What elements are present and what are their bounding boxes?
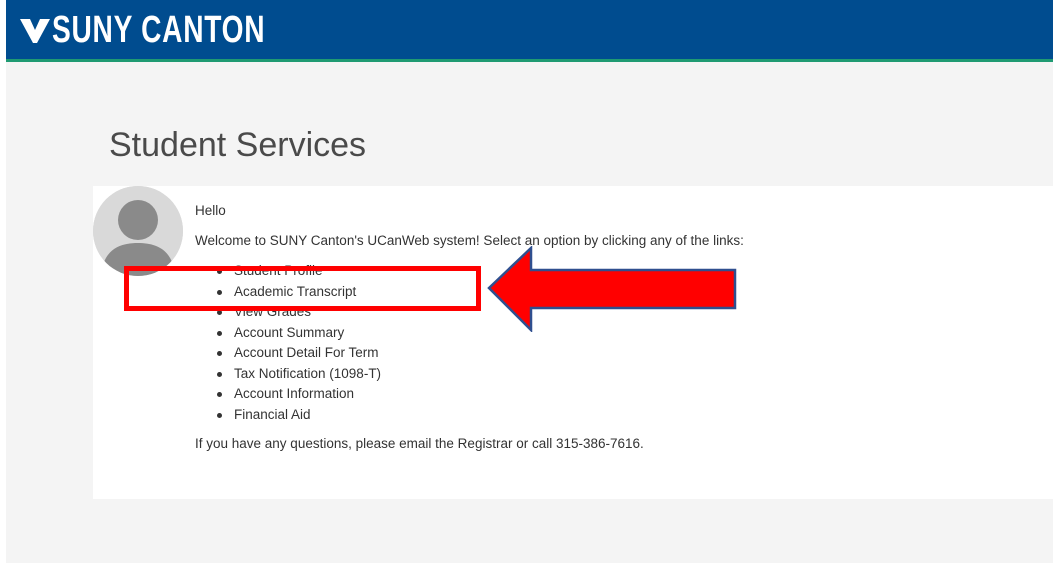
- welcome-message: Welcome to SUNY Canton's UCanWeb system!…: [195, 233, 744, 248]
- avatar: [93, 186, 183, 276]
- menu-link-account-detail-for-term[interactable]: Account Detail For Term: [234, 345, 379, 360]
- hello-greeting: Hello: [195, 203, 226, 218]
- menu-link-academic-transcript[interactable]: Academic Transcript: [234, 284, 356, 299]
- menu-link-student-profile[interactable]: Student Profile: [234, 263, 323, 278]
- contact-note-prefix: If you have any questions, please: [195, 436, 396, 451]
- menu-link-account-information[interactable]: Account Information: [234, 386, 354, 401]
- suny-canton-logo[interactable]: SUNY CANTON: [20, 4, 340, 56]
- user-silhouette-icon: [93, 186, 183, 276]
- menu-item-student-profile[interactable]: Student Profile: [215, 261, 381, 282]
- menu-item-view-grades[interactable]: View Grades: [215, 302, 381, 323]
- menu-item-account-information[interactable]: Account Information: [215, 384, 381, 405]
- header-bar: SUNY CANTON: [6, 0, 1053, 62]
- contact-note: If you have any questions, please email …: [195, 436, 644, 451]
- page-title: Student Services: [109, 126, 367, 164]
- contact-note-suffix: or call 315-386-7616.: [516, 436, 644, 451]
- menu-link-financial-aid[interactable]: Financial Aid: [234, 407, 311, 422]
- menu-link-account-summary[interactable]: Account Summary: [234, 325, 344, 340]
- chevron-logo-icon: [20, 19, 50, 43]
- services-menu: Student Profile Academic Transcript View…: [215, 261, 381, 425]
- menu-link-view-grades[interactable]: View Grades: [234, 304, 311, 319]
- menu-link-tax-notification[interactable]: Tax Notification (1098-T): [234, 366, 381, 381]
- menu-item-tax-notification[interactable]: Tax Notification (1098-T): [215, 364, 381, 385]
- menu-item-account-summary[interactable]: Account Summary: [215, 323, 381, 344]
- logo-text: SUNY CANTON: [52, 8, 266, 51]
- menu-item-account-detail-for-term[interactable]: Account Detail For Term: [215, 343, 381, 364]
- menu-item-financial-aid[interactable]: Financial Aid: [215, 405, 381, 426]
- menu-item-academic-transcript[interactable]: Academic Transcript: [215, 282, 381, 303]
- email-registrar-link[interactable]: email the Registrar: [399, 436, 512, 451]
